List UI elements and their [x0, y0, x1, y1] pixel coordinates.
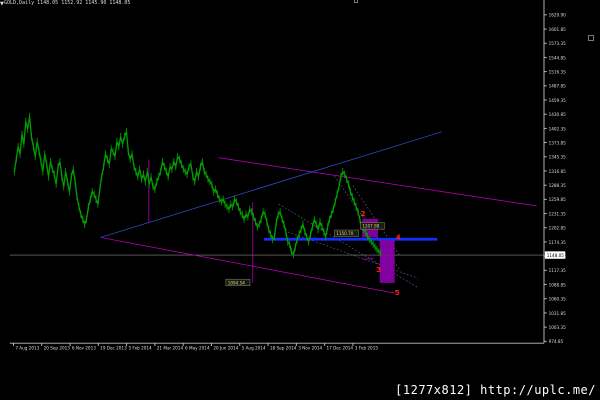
- price-label: 1207.88: [362, 224, 380, 229]
- y-tick-label: 1402.35: [549, 126, 567, 131]
- wave-number: 2: [360, 209, 365, 218]
- y-tick-label: 1487.85: [549, 84, 567, 89]
- y-tick-label: 1117.35: [549, 268, 567, 273]
- y-tick-label: 1031.85: [549, 311, 567, 316]
- x-tick-label: 6 Nov 2013: [72, 346, 96, 351]
- y-tick-label: 1174.35: [549, 240, 567, 245]
- y-tick-label: 1459.35: [549, 98, 567, 103]
- x-tick-label: 20 Sep 2013: [44, 346, 71, 351]
- x-tick-label: 18 Sep 2014: [270, 346, 297, 351]
- wave-number: 4: [396, 232, 401, 241]
- price-label: 1150.70: [336, 231, 354, 236]
- channel-upper-line: [218, 157, 537, 207]
- y-tick-label: 1601.85: [549, 27, 567, 32]
- y-tick-label: 1629.90: [549, 13, 567, 18]
- trend-line: [100, 131, 443, 238]
- x-tick-label: 7 Aug 2013: [15, 346, 39, 351]
- y-tick-label: 1516.35: [549, 69, 567, 74]
- y-tick-label: 1430.85: [549, 112, 567, 117]
- watermark: [1277x812] http://uplc.me/: [395, 383, 596, 397]
- zone-box: [379, 240, 395, 283]
- x-tick-label: 17 Dec 2014: [326, 346, 353, 351]
- y-tick-label: 1573.35: [549, 41, 567, 46]
- y-tick-label: 1202.85: [549, 226, 567, 231]
- y-tick-label: 1544.85: [549, 55, 567, 60]
- y-tick-label: 1373.85: [549, 140, 567, 145]
- y-tick-label: 1003.35: [549, 325, 567, 330]
- x-tick-label: 5 Feb 2014: [128, 346, 152, 351]
- wave-number: 5: [395, 288, 400, 297]
- wave-number: 3: [376, 265, 381, 274]
- y-tick-label: 974.85: [549, 339, 564, 344]
- y-tick-label: 1288.35: [549, 183, 567, 188]
- y-tick-label: 1259.85: [549, 197, 567, 202]
- x-tick-label: 21 Mar 2014: [157, 346, 184, 351]
- x-tick-label: 19 Dec 2013: [100, 346, 127, 351]
- y-tick-label: 1060.35: [549, 297, 567, 302]
- chart-window[interactable]: ▼ GOLD,Daily 1148.05 1152.92 1145.90 114…: [0, 0, 600, 400]
- current-price-label: 1148.05: [547, 253, 565, 258]
- y-tick-label: 1088.85: [549, 282, 567, 287]
- x-tick-label: 3 Feb 2015: [355, 346, 379, 351]
- scale-fix-icon[interactable]: [588, 35, 594, 41]
- x-tick-label: 5 Aug 2014: [242, 346, 266, 351]
- x-tick-label: 20 Jun 2014: [213, 346, 238, 351]
- y-tick-label: 1345.35: [549, 155, 567, 160]
- y-tick-label: 1231.35: [549, 211, 567, 216]
- x-tick-label: 3 Nov 2014: [298, 346, 322, 351]
- price-chart[interactable]: 1629.90 1601.85 1573.35 1544.85 1516.35 1487.…: [0, 0, 576, 371]
- y-tick-label: 1316.85: [549, 169, 567, 174]
- x-tick-label: 6 May 2014: [185, 346, 210, 351]
- price-label: 1094.54: [228, 280, 246, 285]
